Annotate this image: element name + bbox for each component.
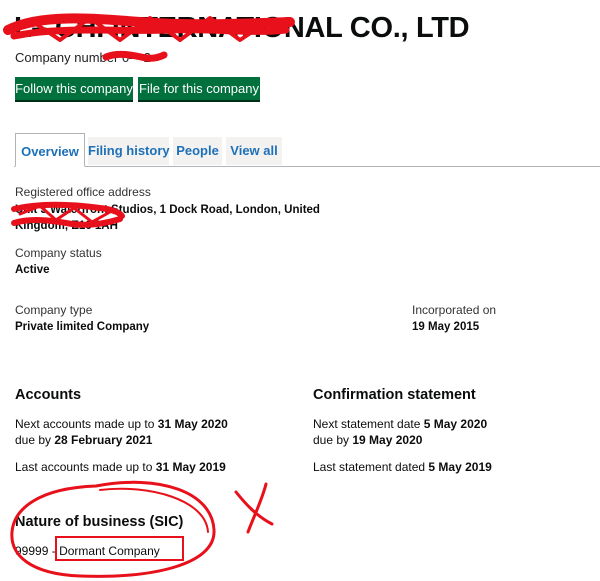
sic-code: 99999: [15, 544, 49, 558]
accounts-last: Last accounts made up to 31 May 2019: [15, 460, 226, 474]
registered-office-label: Registered office address: [15, 185, 151, 199]
company-status-label: Company status: [15, 246, 102, 260]
company-status-value: Active: [15, 264, 50, 276]
accounts-heading: Accounts: [15, 387, 82, 403]
accounts-due: due by 28 February 2021: [15, 433, 152, 447]
accounts-due-date: 28 February 2021: [54, 433, 153, 447]
tab-view-all[interactable]: View all: [226, 137, 282, 165]
registered-office-line1: Unit 3 Waterfront Studios, 1 Dock Road, …: [15, 204, 320, 216]
confirmation-last-date: 5 May 2019: [428, 460, 492, 474]
company-number: Company number 0––2: [15, 50, 151, 65]
accounts-next-prefix: Next accounts made up to: [15, 417, 155, 431]
confirmation-next: Next statement date 5 May 2020: [313, 417, 487, 431]
confirmation-next-prefix: Next statement date: [313, 417, 421, 431]
company-type-value: Private limited Company: [15, 321, 150, 333]
confirmation-due-prefix: due by: [313, 433, 350, 447]
company-name: L– CHI INTERNATIONAL CO., LTD: [14, 12, 470, 44]
tabs-divider: [14, 166, 600, 167]
confirmation-next-date: 5 May 2020: [423, 417, 488, 431]
tab-overview[interactable]: Overview: [15, 133, 85, 167]
sic-entry: 99999 - Dormant Company: [15, 544, 160, 558]
incorporated-label: Incorporated on: [412, 303, 497, 317]
confirmation-heading: Confirmation statement: [313, 387, 476, 403]
registered-office-line2: Kingdom, E16 1AH: [15, 220, 118, 232]
sic-separator: -: [51, 544, 56, 558]
file-for-company-button[interactable]: File for this company: [138, 77, 260, 100]
accounts-due-prefix: due by: [15, 433, 52, 447]
x-mark: [234, 482, 274, 534]
tab-people[interactable]: People: [173, 137, 222, 165]
confirmation-last: Last statement dated 5 May 2019: [313, 460, 492, 474]
confirmation-due: due by 19 May 2020: [313, 433, 422, 447]
company-number-label: Company number: [15, 50, 119, 65]
nature-of-business-heading: Nature of business (SIC): [15, 514, 184, 530]
accounts-next-date: 31 May 2020: [157, 417, 228, 431]
confirmation-last-prefix: Last statement dated: [313, 460, 426, 474]
accounts-last-date: 31 May 2019: [155, 460, 226, 474]
incorporated-value: 19 May 2015: [412, 321, 480, 333]
tab-filing-history[interactable]: Filing history: [88, 137, 170, 165]
sic-description: Dormant Company: [59, 544, 160, 558]
company-type-label: Company type: [15, 303, 93, 317]
follow-company-button[interactable]: Follow this company: [15, 77, 133, 100]
company-number-value: 0––2: [121, 50, 151, 65]
accounts-last-prefix: Last accounts made up to: [15, 460, 153, 474]
accounts-next: Next accounts made up to 31 May 2020: [15, 417, 228, 431]
confirmation-due-date: 19 May 2020: [352, 433, 423, 447]
